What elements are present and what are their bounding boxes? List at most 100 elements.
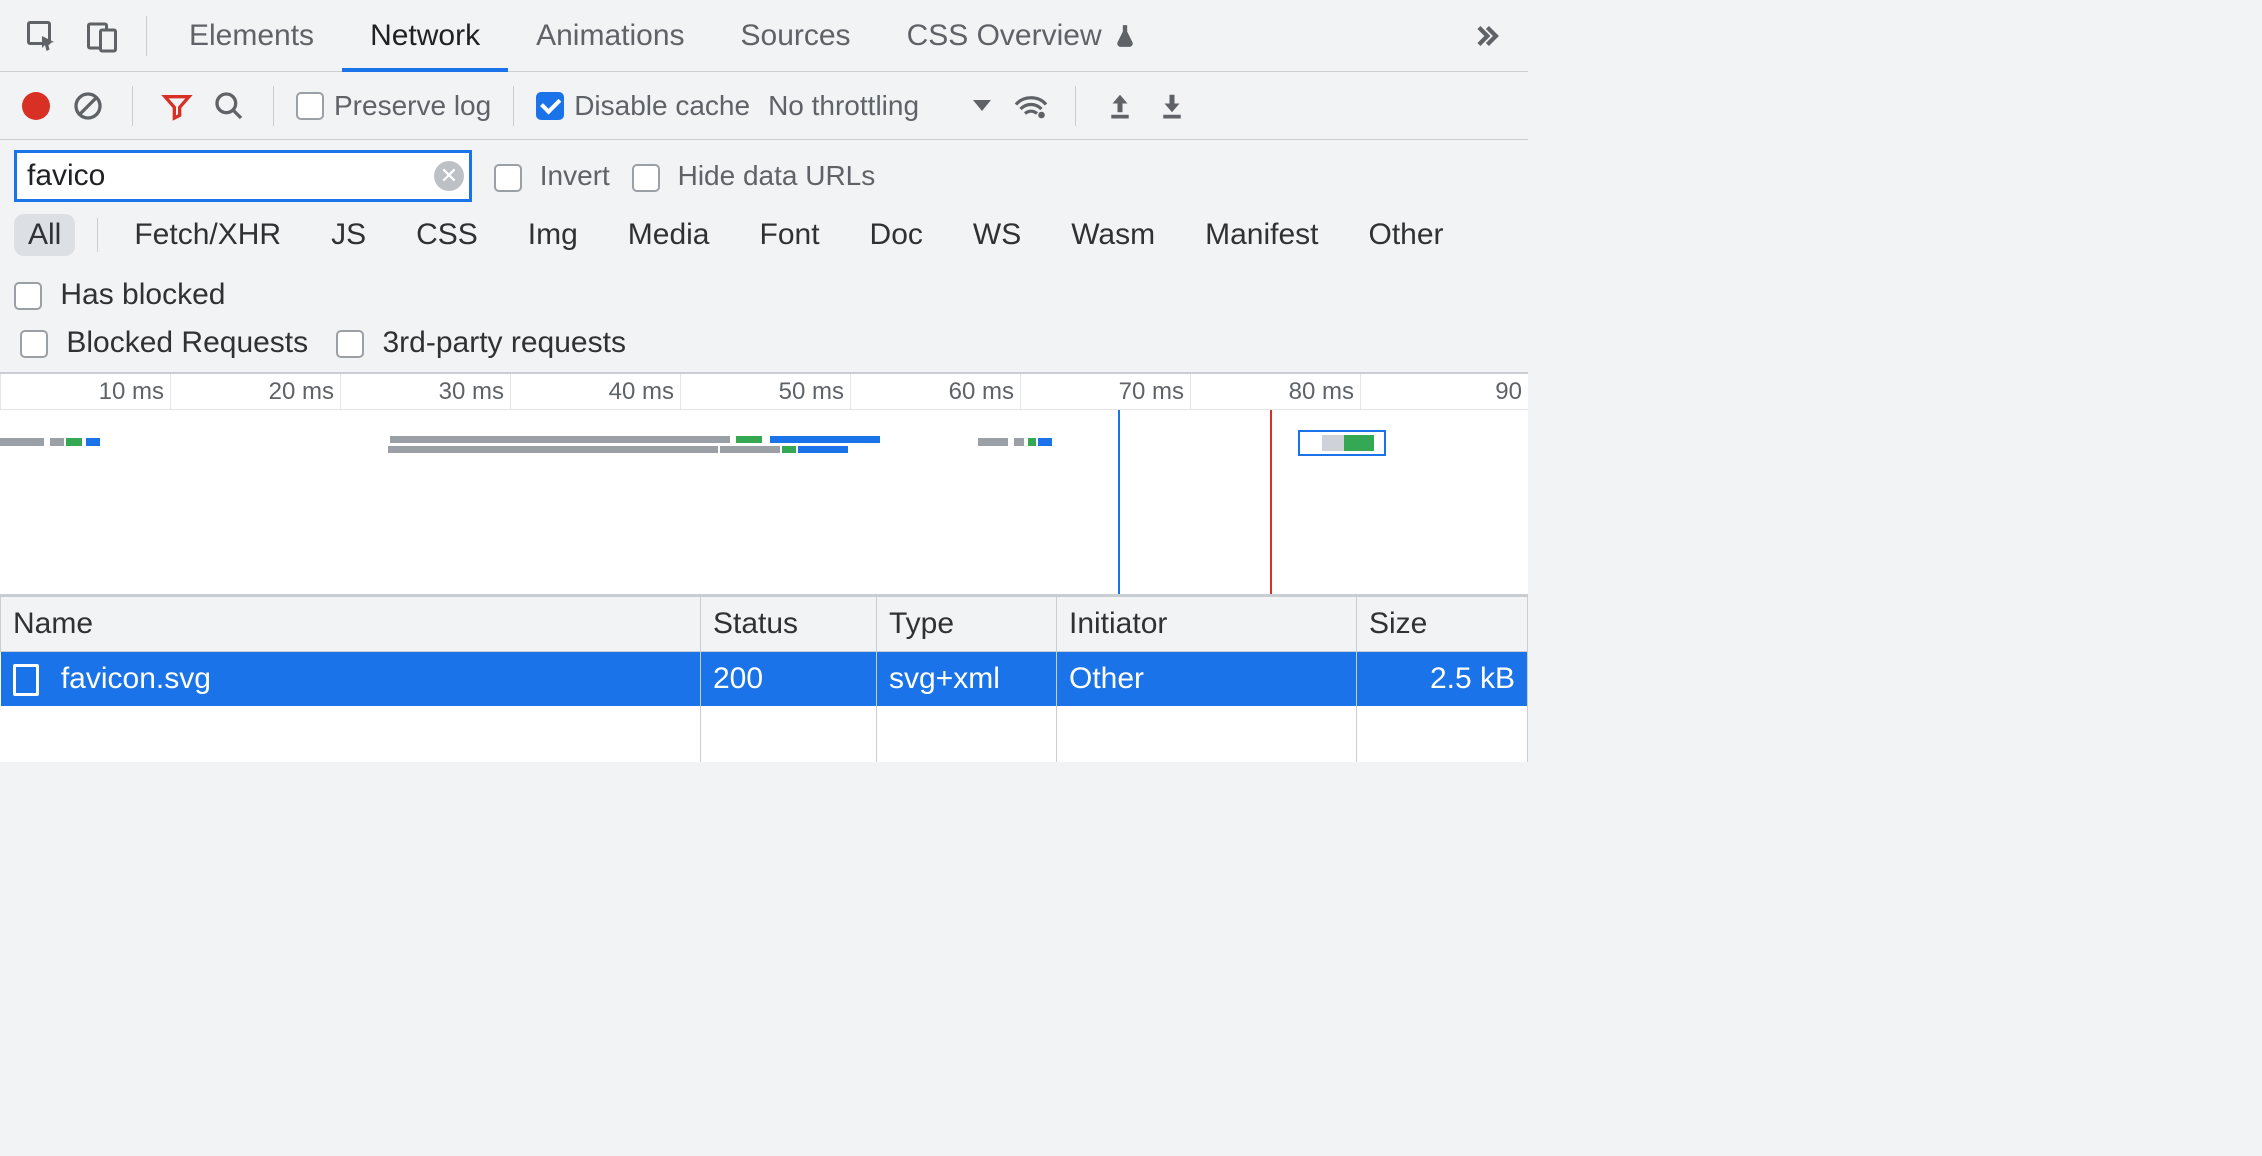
divider [132, 86, 133, 126]
third-party-checkbox[interactable] [336, 330, 364, 358]
has-blocked-checkbox[interactable] [14, 282, 42, 310]
request-name: favicon.svg [61, 662, 211, 695]
disable-cache-label: Disable cache [574, 90, 750, 122]
col-size[interactable]: Size [1357, 597, 1528, 652]
type-doc[interactable]: Doc [856, 214, 937, 256]
tab-network[interactable]: Network [342, 0, 508, 72]
third-party-label: 3rd-party requests [383, 326, 626, 359]
divider [97, 218, 98, 252]
hide-data-urls-checkbox[interactable] [632, 164, 660, 192]
invert-option[interactable]: Invert [494, 160, 610, 192]
type-fetch-xhr[interactable]: Fetch/XHR [120, 214, 295, 256]
flask-icon [1112, 21, 1138, 51]
divider [146, 16, 147, 56]
divider [513, 86, 514, 126]
tick-label: 10 ms [99, 378, 164, 406]
has-blocked-label: Has blocked [60, 278, 225, 311]
cell-size: 2.5 kB [1357, 652, 1528, 707]
cell-type: svg+xml [877, 652, 1057, 707]
filter-input[interactable] [14, 150, 472, 202]
extra-filter-row: Blocked Requests 3rd-party requests [0, 318, 1528, 372]
type-wasm[interactable]: Wasm [1057, 214, 1169, 256]
tab-label: Elements [189, 19, 314, 53]
clear-filter-icon[interactable]: ✕ [434, 161, 464, 191]
hide-data-urls-option[interactable]: Hide data URLs [632, 160, 875, 192]
table-row[interactable]: favicon.svg 200 svg+xml Other 2.5 kB [1, 652, 1528, 707]
preserve-log-option[interactable]: Preserve log [296, 90, 491, 122]
type-all[interactable]: All [14, 214, 75, 256]
third-party-option[interactable]: 3rd-party requests [336, 326, 626, 360]
has-blocked-option[interactable]: Has blocked [14, 278, 225, 312]
timeline-selection[interactable] [1298, 430, 1386, 456]
tab-animations[interactable]: Animations [508, 0, 712, 72]
network-conditions-icon[interactable] [1009, 84, 1053, 128]
search-icon[interactable] [207, 84, 251, 128]
device-toolbar-icon[interactable] [78, 12, 126, 60]
cell-status: 200 [701, 652, 877, 707]
type-ws[interactable]: WS [959, 214, 1035, 256]
type-css[interactable]: CSS [402, 214, 492, 256]
type-media[interactable]: Media [614, 214, 724, 256]
cell-initiator: Other [1057, 652, 1357, 707]
table-header-row: Name Status Type Initiator Size [1, 597, 1528, 652]
col-initiator[interactable]: Initiator [1057, 597, 1357, 652]
tick-label: 90 [1495, 378, 1522, 406]
tab-label: Animations [536, 19, 684, 53]
request-type-filter: All Fetch/XHR JS CSS Img Media Font Doc … [0, 208, 1528, 318]
more-tabs-icon[interactable] [1462, 12, 1510, 60]
divider [273, 86, 274, 126]
throttling-value: No throttling [768, 90, 919, 122]
col-name[interactable]: Name [1, 597, 701, 652]
filter-input-wrap: ✕ [14, 150, 472, 202]
tick-label: 80 ms [1289, 378, 1354, 406]
domcontentloaded-marker [1118, 410, 1120, 594]
type-manifest[interactable]: Manifest [1191, 214, 1332, 256]
preserve-log-label: Preserve log [334, 90, 491, 122]
hide-data-urls-label: Hide data URLs [678, 160, 876, 191]
tick-label: 70 ms [1119, 378, 1184, 406]
disable-cache-checkbox[interactable] [536, 92, 564, 120]
inspect-element-icon[interactable] [18, 12, 66, 60]
chevron-down-icon [973, 100, 991, 111]
col-type[interactable]: Type [877, 597, 1057, 652]
blocked-requests-label: Blocked Requests [66, 326, 308, 359]
cell-name: favicon.svg [1, 652, 701, 707]
invert-label: Invert [540, 160, 610, 191]
tab-elements[interactable]: Elements [161, 0, 342, 72]
type-font[interactable]: Font [746, 214, 834, 256]
devtools-tabstrip: Elements Network Animations Sources CSS … [0, 0, 1528, 72]
network-toolbar: Preserve log Disable cache No throttling [0, 72, 1528, 140]
filter-bar: ✕ Invert Hide data URLs [0, 140, 1528, 208]
tick-label: 30 ms [439, 378, 504, 406]
load-marker [1270, 410, 1272, 594]
record-button[interactable] [14, 84, 58, 128]
import-har-icon[interactable] [1150, 84, 1194, 128]
tab-label: Sources [741, 19, 851, 53]
preserve-log-checkbox[interactable] [296, 92, 324, 120]
type-other[interactable]: Other [1355, 214, 1458, 256]
tick-label: 50 ms [779, 378, 844, 406]
throttling-select[interactable]: No throttling [768, 90, 991, 122]
blocked-requests-checkbox[interactable] [20, 330, 48, 358]
tick-label: 40 ms [609, 378, 674, 406]
timeline-ruler: 10 ms 20 ms 30 ms 40 ms 50 ms 60 ms 70 m… [0, 374, 1528, 410]
tab-css-overview[interactable]: CSS Overview [879, 0, 1166, 72]
col-status[interactable]: Status [701, 597, 877, 652]
tab-label: CSS Overview [907, 19, 1102, 53]
type-img[interactable]: Img [514, 214, 592, 256]
file-icon [13, 664, 39, 696]
invert-checkbox[interactable] [494, 164, 522, 192]
tab-label: Network [370, 19, 480, 53]
blocked-requests-option[interactable]: Blocked Requests [20, 326, 308, 360]
type-js[interactable]: JS [317, 214, 380, 256]
table-row-empty [1, 706, 1528, 762]
tab-sources[interactable]: Sources [713, 0, 879, 72]
clear-button[interactable] [66, 84, 110, 128]
filter-icon[interactable] [155, 84, 199, 128]
tick-label: 60 ms [949, 378, 1014, 406]
network-overview-timeline[interactable]: 10 ms 20 ms 30 ms 40 ms 50 ms 60 ms 70 m… [0, 372, 1528, 596]
tick-label: 20 ms [269, 378, 334, 406]
disable-cache-option[interactable]: Disable cache [536, 90, 750, 122]
network-requests-table: Name Status Type Initiator Size favicon.… [0, 596, 1528, 762]
export-har-icon[interactable] [1098, 84, 1142, 128]
